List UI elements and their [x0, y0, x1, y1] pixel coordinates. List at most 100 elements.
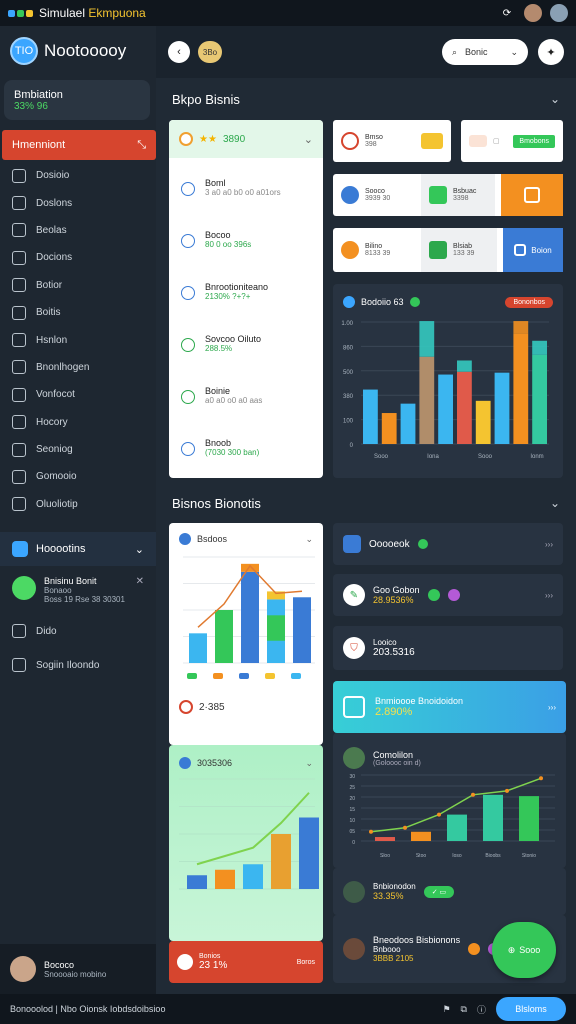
- close-icon[interactable]: ✕: [136, 576, 144, 587]
- bar-stack: [267, 615, 285, 641]
- sidebar-link[interactable]: Dido: [0, 614, 156, 648]
- avatar[interactable]: [550, 4, 568, 22]
- more-icon[interactable]: ›››: [545, 591, 553, 600]
- bar: [271, 834, 291, 889]
- tile-value: 3939 30: [365, 195, 391, 202]
- globe-icon: [341, 186, 359, 204]
- tick-label: 05: [349, 829, 355, 835]
- status-badge[interactable]: 3Bo: [198, 41, 222, 63]
- sidebar-item[interactable]: Gomooio: [0, 463, 156, 490]
- sidebar-item[interactable]: Hocory: [0, 409, 156, 436]
- bar: [363, 389, 378, 444]
- metric-tile[interactable]: Sooco 3939 30 Bsbuac 3398: [333, 174, 563, 216]
- chevron-down-icon[interactable]: ⌄: [550, 496, 560, 510]
- notifications-header[interactable]: Hooootins ⌄: [0, 532, 156, 567]
- copy-icon[interactable]: ⧉: [461, 1004, 467, 1015]
- legend-swatch: [187, 673, 197, 679]
- list-item[interactable]: Boml 3 a0 a0 b0 o0 a01ors: [169, 178, 323, 230]
- chevron-down-icon[interactable]: ⌄: [135, 543, 144, 556]
- list-item-sub: (7030 300 ban): [205, 448, 260, 457]
- tick-label: 500: [343, 370, 354, 376]
- sidebar-item[interactable]: Boitis: [0, 299, 156, 326]
- sidebar-item[interactable]: Oluoliotip: [0, 491, 156, 518]
- edit-icon: [427, 589, 440, 601]
- chevron-down-icon[interactable]: ⌄: [304, 133, 313, 146]
- metric-tile[interactable]: ▢ Bmobons: [461, 120, 563, 162]
- brand[interactable]: TIO Nootooooy: [0, 26, 156, 76]
- bar: [215, 610, 233, 663]
- list-tile[interactable]: ⛉ Looico 203.5316: [333, 626, 563, 670]
- list-item[interactable]: Sovcoo Oiluto 288.5%: [169, 334, 323, 386]
- settings-button[interactable]: ✦: [538, 39, 564, 65]
- money-icon: [179, 700, 193, 714]
- status-dot-icon: [409, 297, 420, 307]
- tile-title: Ooooeok: [369, 538, 410, 550]
- chart-pill[interactable]: Bononbos: [505, 296, 553, 308]
- list-item[interactable]: Bnoob (7030 300 ban): [169, 438, 323, 478]
- notification-item[interactable]: Bnisinu Bonit Bonaoo Boss 19 Rse 38 3030…: [0, 566, 156, 614]
- bar: [457, 371, 472, 444]
- tick-label: Sloo: [380, 853, 390, 859]
- refresh-icon[interactable]: ⟳: [498, 4, 516, 22]
- list-tile[interactable]: Ooooeok ›››: [333, 523, 563, 565]
- list-item[interactable]: Bnrootioniteano 2130% ?+?+: [169, 282, 323, 334]
- line-point: [471, 792, 475, 797]
- tick-label: Sooo: [374, 454, 389, 460]
- metric-tile[interactable]: Bilino 8133 39 Blsiab 133 39 Boion: [333, 228, 563, 272]
- floating-action-button[interactable]: ⊕ Sooo: [492, 922, 556, 978]
- bar: [483, 794, 503, 841]
- bookmark-icon[interactable]: ⚑: [442, 1004, 450, 1015]
- profile-card[interactable]: Bmbiation 33% 96 ›: [4, 80, 164, 120]
- more-icon[interactable]: ›››: [545, 540, 553, 549]
- sidebar-item[interactable]: Docions: [0, 244, 156, 271]
- sidebar-item[interactable]: Doslons: [0, 189, 156, 216]
- tick-label: Ionm: [530, 454, 543, 460]
- chevron-down-icon[interactable]: ⌄: [550, 92, 560, 106]
- legend-swatch: [239, 673, 249, 679]
- user-card[interactable]: Bococo Snoooaio mobino: [0, 944, 156, 994]
- tick-label: Stonio: [522, 853, 536, 859]
- list-tile[interactable]: ✎ Goo Gobon 28.9536% ›››: [333, 574, 563, 616]
- gauge-icon: [177, 954, 193, 970]
- avatar[interactable]: [524, 4, 542, 22]
- summary-tile[interactable]: Bonios 23 1% Boros: [169, 941, 323, 983]
- tile-title: Bnbionodon: [373, 882, 416, 891]
- sidebar-item[interactable]: Hsnlon: [0, 326, 156, 353]
- list-item-title: Sovcoo Oiluto: [205, 334, 262, 344]
- link-icon: [12, 624, 26, 639]
- tile-value: 3BBB 2105: [373, 954, 414, 963]
- sidebar-link[interactable]: Sogiin Iloondo: [0, 648, 156, 682]
- coin-icon: [179, 132, 193, 146]
- sidebar-item[interactable]: Seoniog: [0, 436, 156, 463]
- banner[interactable]: Bnmioooe Bnoidoidon 2.890% ›››: [333, 681, 566, 733]
- list-item[interactable]: Boinie a0 a0 o0 a0 aas: [169, 386, 323, 438]
- chart-title: 3035306: [197, 758, 233, 768]
- list-item[interactable]: Bocoo 80 0 oo 396s: [169, 230, 323, 282]
- sidebar-item[interactable]: Botior: [0, 272, 156, 299]
- tile-value: 28.9536%: [373, 595, 414, 605]
- brand-icon: TIO: [10, 37, 38, 65]
- legend-swatch: [291, 673, 301, 679]
- sidebar-item[interactable]: Dosioio: [0, 162, 156, 189]
- tile-link[interactable]: Boros: [297, 959, 315, 966]
- sidebar-item-active[interactable]: Hmenniont ⤡: [2, 130, 156, 160]
- tile-button[interactable]: Bmobons: [513, 134, 555, 148]
- back-button[interactable]: ‹: [168, 41, 190, 63]
- alert-icon: [341, 132, 359, 150]
- search-input[interactable]: ⌕ Bonic ⌄: [442, 39, 528, 65]
- info-icon[interactable]: ⓘ: [477, 1003, 486, 1016]
- avatar: [343, 747, 365, 769]
- sidebar-item[interactable]: Beolas: [0, 217, 156, 244]
- collapse-icon[interactable]: ⤡: [137, 139, 146, 152]
- more-icon[interactable]: ›››: [548, 703, 556, 712]
- chevron-down-icon[interactable]: ⌄: [305, 758, 313, 769]
- chevron-down-icon[interactable]: ⌄: [305, 534, 313, 545]
- bar: [513, 333, 529, 444]
- tick-label: Ioso: [452, 853, 462, 859]
- list-tile[interactable]: Bnbionodon 33.35% ✓ ▭: [333, 868, 566, 915]
- action-button[interactable]: Blsloms: [496, 997, 566, 1021]
- sidebar-item[interactable]: Vonfocot: [0, 381, 156, 408]
- sidebar-item[interactable]: Bnonlhogen: [0, 354, 156, 381]
- nav-icon: [12, 168, 26, 183]
- metric-tile[interactable]: Bmso 398: [333, 120, 451, 162]
